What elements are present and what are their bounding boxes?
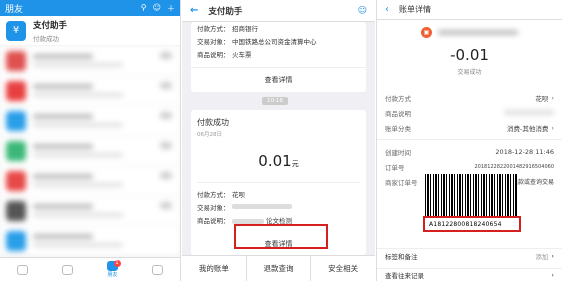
security-button[interactable]: 安全相关 — [311, 256, 375, 281]
card2-date: 06月28日 — [197, 132, 222, 138]
tab-friends[interactable]: 1 朋友 — [90, 258, 135, 281]
list-item[interactable] — [0, 46, 180, 76]
bill-header: ‹ 账单详情 — [377, 0, 562, 20]
tab-home[interactable] — [0, 258, 45, 281]
card2-title: 付款成功 — [197, 118, 229, 127]
chevron-right-icon: › — [551, 271, 554, 279]
bill-row-order-no: 订单号 2018122822001482916504060 — [385, 163, 554, 172]
tab-friends-label: 朋友 — [107, 272, 118, 278]
tags-row[interactable]: 标签和备注 添加 › — [377, 248, 562, 262]
payment-card-1: 付款方式： 招商银行 交易对象： 中国铁路总公司资金清算中心 商品说明： 火车票 查看… — [191, 22, 366, 92]
chevron-right-icon: › — [551, 123, 554, 132]
merchant-logo-icon: ▣ — [421, 27, 432, 38]
chevron-right-icon: › — [551, 251, 554, 260]
avatar — [6, 50, 26, 71]
chat-name: 支付助手 — [33, 20, 68, 31]
back-arrow-icon[interactable]: ‹ — [385, 4, 389, 15]
highlight-box — [423, 216, 521, 232]
avatar — [6, 170, 26, 191]
home-icon — [17, 264, 28, 275]
merchant-row: ▣ — [377, 27, 562, 38]
avatar — [6, 230, 26, 251]
list-item[interactable] — [0, 226, 180, 256]
chevron-right-icon: › — [551, 93, 554, 102]
list-item[interactable] — [0, 166, 180, 196]
bill-status: 交易成功 — [457, 69, 482, 76]
tab-koubei[interactable] — [45, 258, 90, 281]
bill-row-created: 创建时间 2018-12-28 11:46 — [385, 147, 554, 157]
message-timestamp: 10:18 — [262, 97, 288, 105]
bill-detail-screen: ‹ 账单详情 ▣ -0.01 交易成功 付款方式 花呗 › 商品说明 账单分类 消费-… — [376, 0, 562, 281]
bill-row-category[interactable]: 账单分类 消费-其他消费 › — [377, 120, 562, 135]
card1-row: 商品说明： 火车票 — [197, 51, 252, 59]
card1-row: 付款方式： 招商银行 — [197, 25, 258, 33]
my-bills-button[interactable]: 我的账单 — [182, 256, 247, 281]
history-row[interactable]: 查看往来记录 › — [377, 268, 562, 281]
list-item[interactable] — [0, 196, 180, 226]
avatar — [6, 80, 26, 101]
chat-preview: 付款成功 — [33, 34, 59, 43]
friends-screen: 朋友 ⚲ ☺ ＋ ¥ 支付助手 付款成功 1 朋友 — [0, 0, 181, 281]
person-settings-icon[interactable]: ☺ — [358, 6, 367, 16]
tab-badge: 1 — [113, 260, 121, 267]
card1-row: 交易对象： 中国铁路总公司资金清算中心 — [197, 38, 317, 46]
list-item[interactable] — [0, 136, 180, 166]
friends-title: 朋友 — [5, 4, 24, 15]
contacts-icon[interactable]: ☺ — [153, 3, 161, 14]
payment-assistant-screen: ← 支付助手 ☺ 付款方式： 招商银行 交易对象： 中国铁路总公司资金清算中心 商品… — [182, 0, 375, 281]
search-icon[interactable]: ⚲ — [141, 3, 147, 14]
assistant-header: ← 支付助手 ☺ — [182, 0, 375, 22]
merchant-name — [438, 30, 518, 35]
bill-amount: -0.01 — [450, 46, 489, 64]
assistant-title: 支付助手 — [208, 6, 243, 17]
avatar — [6, 110, 26, 131]
order-barcode[interactable] — [425, 174, 517, 218]
tab-me[interactable] — [135, 258, 180, 281]
me-icon — [152, 264, 163, 275]
koubei-icon — [62, 264, 73, 275]
bill-title: 账单详情 — [399, 5, 431, 14]
bottom-tab-bar: 1 朋友 — [0, 257, 180, 281]
list-item[interactable] — [0, 106, 180, 136]
bill-row-description: 商品说明 — [377, 105, 562, 120]
add-icon[interactable]: ＋ — [167, 3, 175, 14]
refund-query-button[interactable]: 退款查询 — [247, 256, 312, 281]
friends-header: 朋友 ⚲ ☺ ＋ — [0, 0, 180, 16]
list-item[interactable] — [0, 76, 180, 106]
back-arrow-icon[interactable]: ← — [190, 5, 198, 16]
avatar — [6, 200, 26, 221]
chat-item-payment-assistant[interactable]: ¥ 支付助手 付款成功 — [0, 16, 180, 46]
alipay-avatar-icon: ¥ — [6, 20, 26, 41]
card2-row: 付款方式： 花呗 — [197, 191, 245, 199]
card1-view-details-link[interactable]: 查看详情 — [191, 67, 366, 85]
card2-amount: 0.01元 — [258, 152, 299, 170]
highlight-box — [234, 224, 328, 249]
assistant-bottom-bar: 我的账单 退款查询 安全相关 — [182, 255, 375, 281]
avatar — [6, 140, 26, 161]
bill-row-payment-method[interactable]: 付款方式 花呗 › — [377, 90, 562, 105]
bill-body: ▣ -0.01 交易成功 付款方式 花呗 › 商品说明 账单分类 消费-其他消费 › 创… — [377, 20, 562, 281]
card2-row: 交易对象： — [197, 202, 366, 212]
